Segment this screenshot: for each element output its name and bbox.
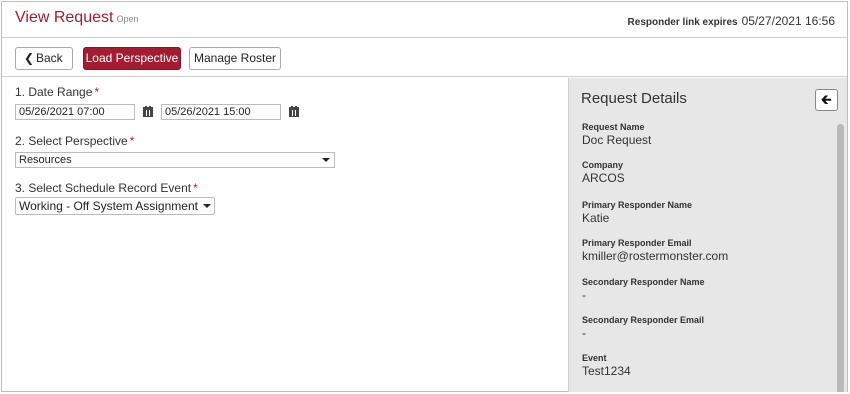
request-details-title: Request Details [581,90,687,107]
detail-value: - [582,326,586,340]
date-range-label: 1. Date Range * [15,85,99,99]
title-bar: View Request Open Responder link expires 0… [2,2,847,38]
caret-down-icon [203,204,211,208]
back-button[interactable]: ❮ Back [15,47,73,70]
detail-key: Primary Responder Email [582,238,692,248]
expiry-value: 05/27/2021 16:56 [741,14,835,28]
detail-item: Request Name Doc Request [582,122,651,147]
start-date-input[interactable]: 05/26/2021 07:00 [15,104,135,120]
toolbar: ❮ Back Load Perspective Manage Roster [2,39,847,77]
detail-key: Secondary Responder Email [582,315,705,325]
caret-down-icon [322,158,330,162]
detail-key: Primary Responder Name [582,200,693,210]
detail-item: Event Test1234 [582,353,631,378]
page-title: View Request Open [15,9,138,27]
details-scrollbar[interactable] [837,124,844,392]
request-details-panel: Request Details 🡰 Request Name Doc Reque… [568,78,847,392]
detail-value: ARCOS [582,171,625,185]
schedule-event-select-value: Working - Off System Assignment [19,199,198,213]
page-title-text: View Request [15,9,114,26]
detail-item: Primary Responder Name Katie [582,200,692,225]
date-range-label-text: 1. Date Range [15,85,93,99]
detail-value: kmiller@rostermonster.com [582,249,729,263]
required-marker: * [193,181,198,195]
end-date-input[interactable]: 05/26/2021 15:00 [161,104,281,120]
schedule-event-select[interactable]: Working - Off System Assignment [15,197,215,215]
required-marker: * [129,134,135,148]
arrow-left-icon: 🡰 [821,92,832,107]
calendar-icon[interactable] [142,106,154,118]
calendar-icon[interactable] [288,106,300,118]
perspective-label: 2. Select Perspective * [15,134,134,148]
perspective-select[interactable]: Resources [15,152,335,168]
detail-value: - [582,288,586,302]
schedule-event-label: 3. Select Schedule Record Event * [15,181,198,195]
detail-value: Test1234 [582,364,631,378]
chevron-left-icon: ❮ [24,51,35,65]
detail-item: Company ARCOS [582,160,625,185]
schedule-event-label-text: 3. Select Schedule Record Event [15,181,192,195]
manage-roster-button[interactable]: Manage Roster [189,47,281,70]
perspective-label-text: 2. Select Perspective [15,134,128,148]
detail-key: Request Name [582,122,645,132]
required-marker: * [94,85,100,99]
detail-item: Secondary Responder Name - [582,277,705,302]
detail-value: Katie [582,211,610,225]
request-form: 1. Date Range * 05/26/2021 07:00 05/26/20… [2,78,567,392]
back-button-label: Back [36,51,63,65]
perspective-select-value: Resources [19,154,72,166]
collapse-panel-button[interactable]: 🡰 [815,89,838,111]
detail-item: Secondary Responder Email - [582,315,704,340]
view-request-window: View Request Open Responder link expires 0… [1,1,848,392]
detail-value: Doc Request [582,133,652,147]
detail-item: Primary Responder Email kmiller@rostermo… [582,238,728,263]
load-perspective-button[interactable]: Load Perspective [83,47,181,70]
detail-key: Secondary Responder Name [582,277,705,287]
detail-key: Company [582,160,624,170]
expiry-label: Responder link expires [627,17,738,28]
responder-link-expiry: Responder link expires 05/27/2021 16:56 [628,14,835,28]
request-status: Open [116,14,139,24]
detail-key: Event [582,353,607,363]
